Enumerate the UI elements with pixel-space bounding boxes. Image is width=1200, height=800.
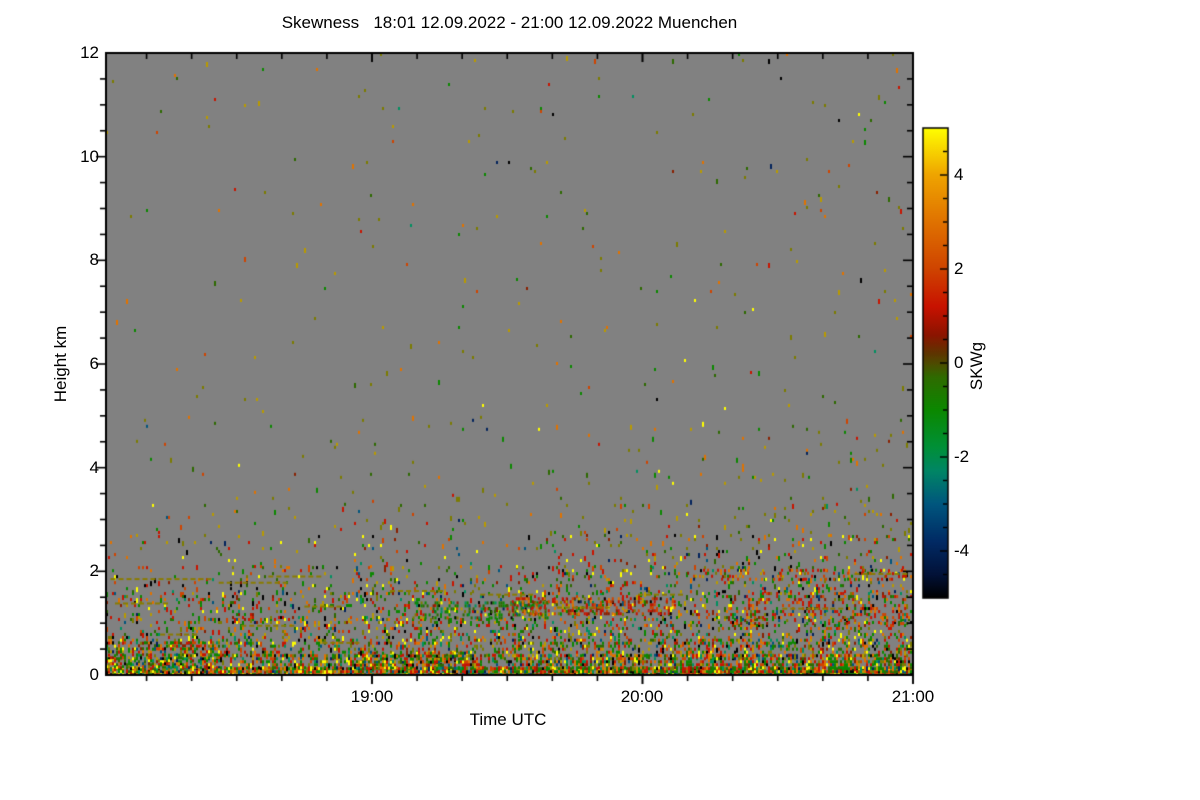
colorbar-tick-label-0: 0 xyxy=(954,353,964,372)
y-tick-label-10: 10 xyxy=(80,147,99,166)
y-tick-label-2: 2 xyxy=(89,561,99,580)
y-tick-label-0: 0 xyxy=(89,665,99,684)
x-tick-label-1900: 19:00 xyxy=(350,687,394,706)
chart-title: Skewness 18:01 12.09.2022 - 21:00 12.09.… xyxy=(281,13,738,32)
y-tick-label-12: 12 xyxy=(80,43,99,62)
x-axis-label: Time UTC xyxy=(469,710,547,729)
colorbar-label: SKWg xyxy=(967,341,986,391)
y-axis-label: Height km xyxy=(51,325,70,403)
colorbar-tick-label-4: 4 xyxy=(954,165,964,184)
skewness-heatmap-canvas xyxy=(0,0,1200,800)
x-tick-label-2000: 20:00 xyxy=(620,687,664,706)
y-tick-label-4: 4 xyxy=(89,458,99,477)
colorbar-tick-label-m2: -2 xyxy=(954,447,970,466)
y-tick-label-8: 8 xyxy=(89,250,99,269)
colorbar-tick-label-2: 2 xyxy=(954,259,964,278)
colorbar-tick-label-m4: -4 xyxy=(954,541,970,560)
x-tick-label-2100: 21:00 xyxy=(891,687,935,706)
